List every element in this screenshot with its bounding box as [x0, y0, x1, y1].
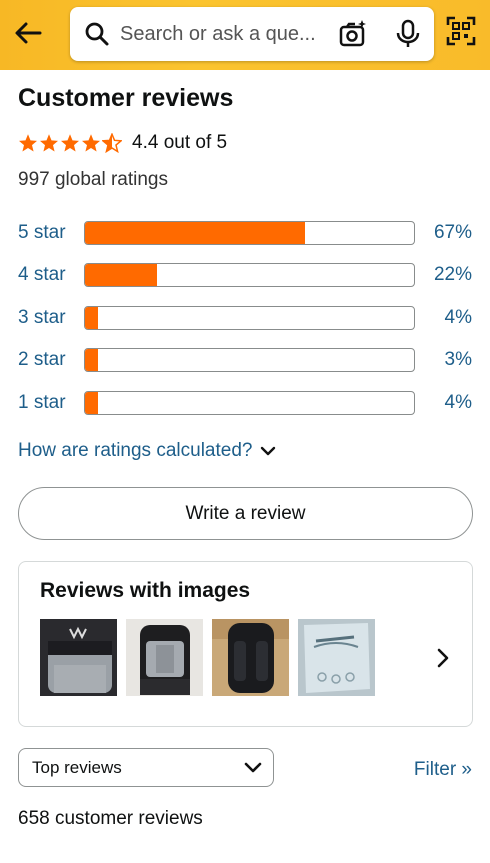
rating-row[interactable]: 5 star 67% — [18, 221, 474, 247]
rating-row-bar-fill — [85, 349, 99, 371]
rating-row-label: 5 star — [18, 222, 66, 243]
rating-row-percent: 67% — [433, 222, 472, 243]
how-ratings-calculated-label: How are ratings calculated? — [18, 440, 253, 461]
review-image-thumbnail[interactable] — [298, 619, 375, 696]
rating-row-bar — [84, 263, 415, 287]
back-button[interactable] — [12, 17, 44, 49]
chevron-down-icon — [244, 762, 262, 773]
star-icon — [61, 134, 79, 152]
star-icon — [19, 134, 37, 152]
star-icon — [40, 134, 58, 152]
star-half-icon — [102, 133, 122, 153]
rating-row-bar-fill — [85, 392, 99, 414]
rating-stars — [18, 133, 122, 153]
rating-row-label: 3 star — [18, 307, 66, 328]
filter-link[interactable]: Filter » — [414, 759, 472, 781]
rating-row-percent: 3% — [444, 349, 472, 370]
rating-row-percent: 22% — [433, 264, 472, 285]
rating-row[interactable]: 2 star 3% — [18, 348, 474, 374]
reviews-with-images-card: Reviews with images — [18, 561, 473, 727]
search-input[interactable] — [120, 21, 330, 47]
rating-row-bar-fill — [85, 264, 158, 286]
rating-row-bar-fill — [85, 222, 306, 244]
backpack-image — [126, 619, 203, 696]
customer-reviews-count: 658 customer reviews — [18, 808, 203, 829]
how-ratings-calculated-link[interactable]: How are ratings calculated? — [18, 440, 276, 462]
rating-row-bar — [84, 391, 415, 415]
rating-row[interactable]: 4 star 22% — [18, 263, 474, 289]
package-image — [298, 619, 375, 696]
rating-row-label: 2 star — [18, 349, 66, 370]
rating-row-bar — [84, 221, 415, 245]
reviews-with-images-title: Reviews with images — [40, 579, 251, 602]
rating-row[interactable]: 1 star 4% — [18, 391, 474, 417]
back-arrow-icon — [15, 22, 42, 44]
review-image-thumbnail[interactable] — [212, 619, 289, 696]
review-image-thumbnail[interactable] — [126, 619, 203, 696]
rating-row-bar — [84, 348, 415, 372]
write-review-button[interactable]: Write a review — [18, 487, 473, 540]
top-search-bar — [0, 0, 490, 70]
sort-selected-value: Top reviews — [32, 758, 122, 777]
search-icon — [85, 22, 109, 46]
reviews-title: Customer reviews — [18, 84, 234, 112]
global-ratings-count: 997 global ratings — [18, 169, 168, 190]
rating-row-label: 4 star — [18, 264, 66, 285]
rating-text: 4.4 out of 5 — [132, 132, 228, 153]
rating-row[interactable]: 3 star 4% — [18, 306, 474, 332]
chevron-down-icon — [261, 446, 276, 456]
search-box[interactable] — [70, 7, 434, 61]
review-image-thumbnail[interactable] — [40, 619, 117, 696]
average-rating[interactable]: 4.4 out of 5 — [18, 132, 227, 154]
sort-reviews-select[interactable]: Top reviews — [18, 748, 274, 787]
camera-icon[interactable] — [338, 19, 368, 49]
backpack-image — [40, 619, 117, 696]
rating-row-percent: 4% — [444, 307, 472, 328]
rating-row-label: 1 star — [18, 392, 66, 413]
rating-row-bar-fill — [85, 307, 99, 329]
rating-row-percent: 4% — [444, 392, 472, 413]
mic-icon[interactable] — [394, 19, 422, 49]
star-icon — [82, 134, 100, 152]
barcode-scan-icon[interactable] — [446, 16, 476, 46]
rating-row-bar — [84, 306, 415, 330]
backpack-image — [212, 619, 289, 696]
chevron-right-icon[interactable] — [431, 646, 455, 670]
